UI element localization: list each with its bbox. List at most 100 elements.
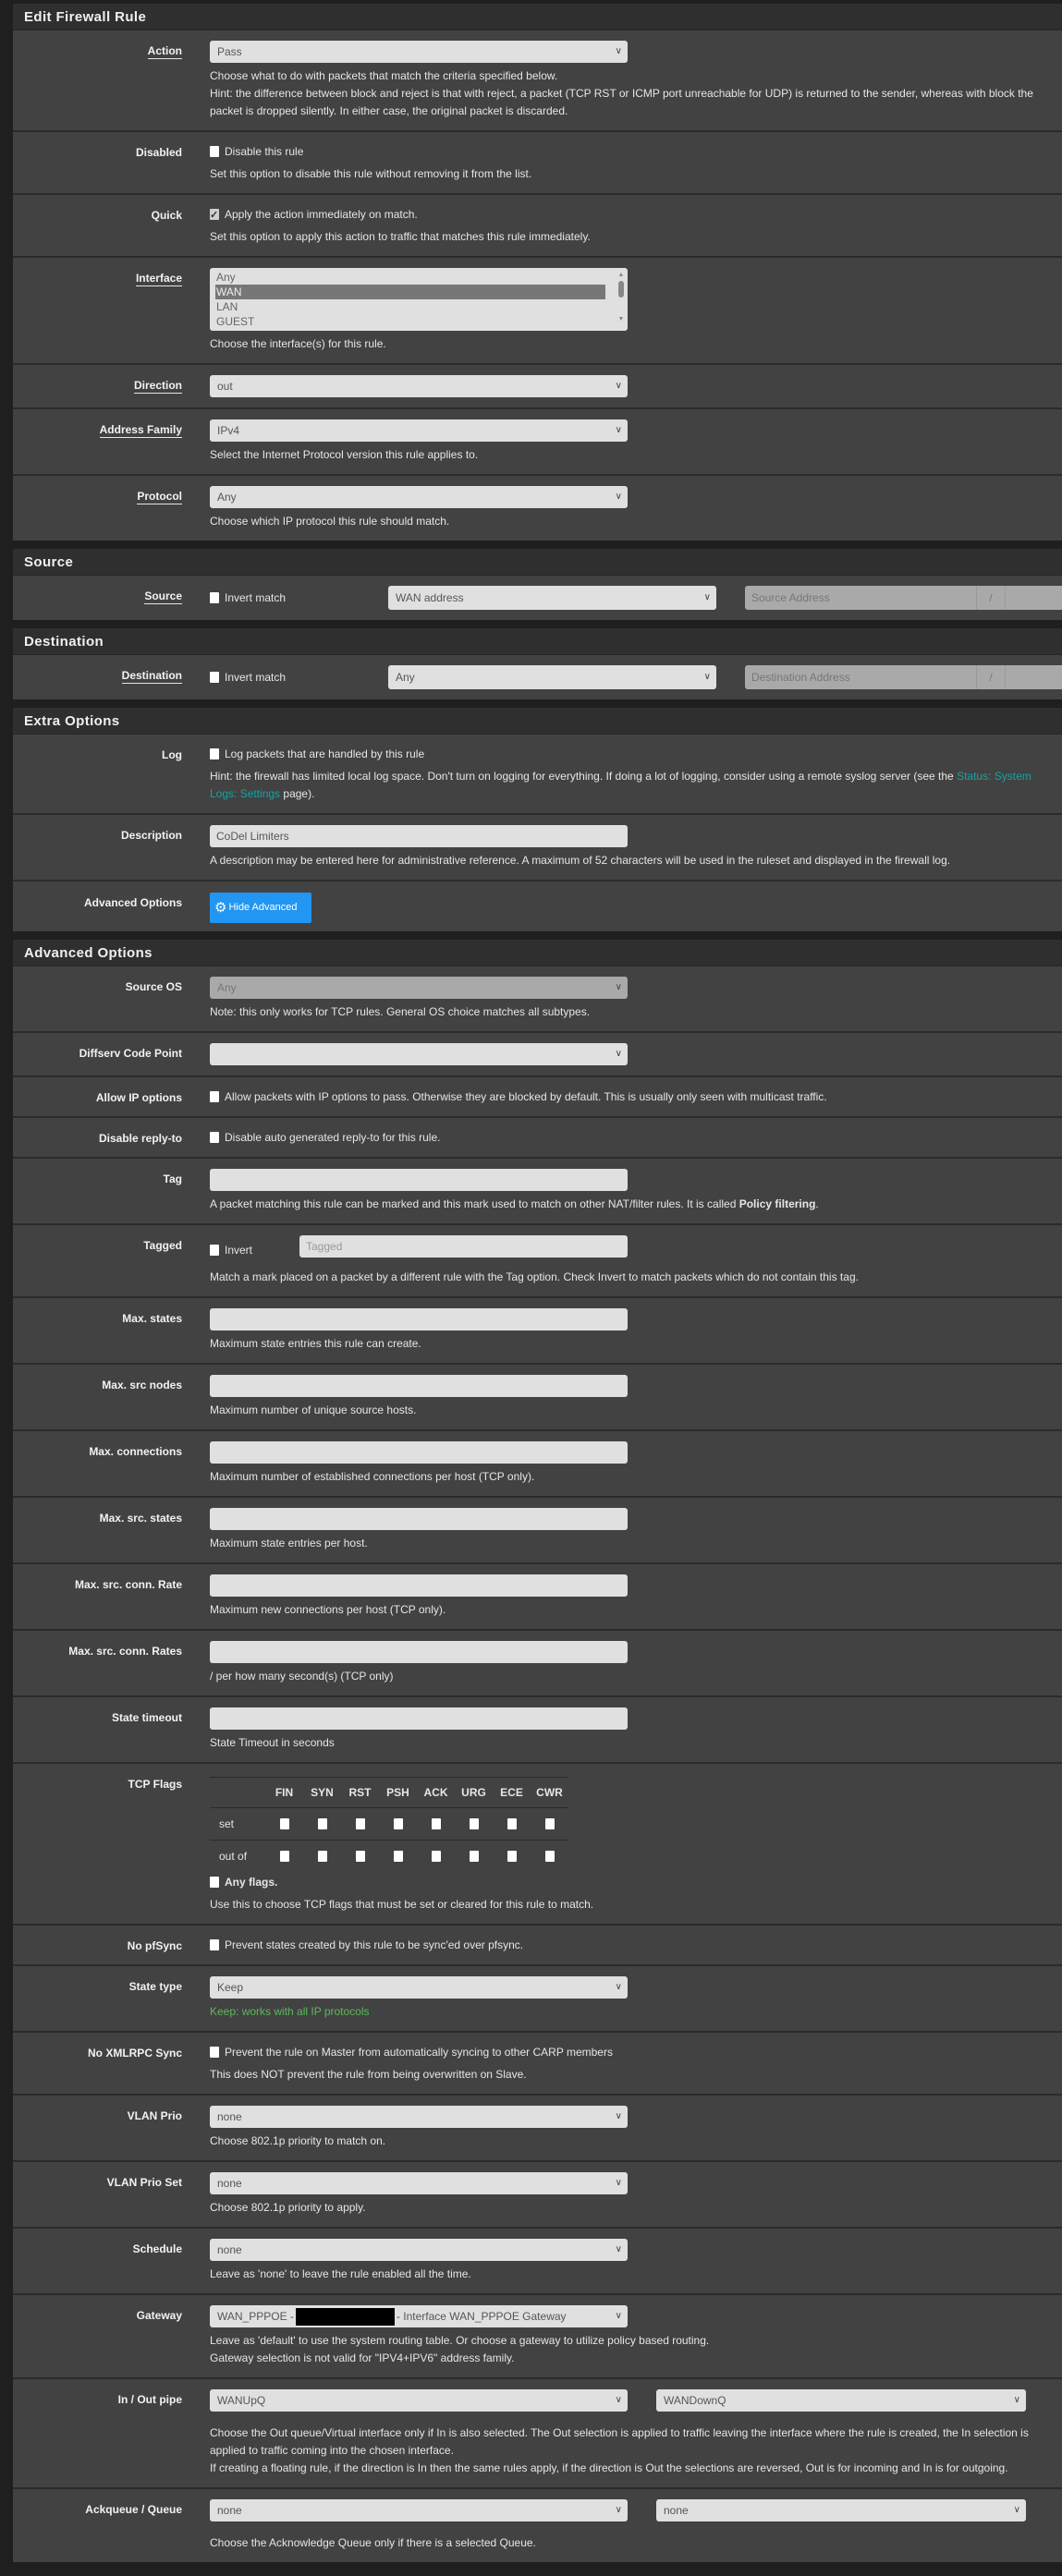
scroll-down-icon[interactable]: ▼ [617,316,625,322]
source-os-select[interactable]: Any ∨ [210,977,628,999]
interface-listbox[interactable]: Any WAN LAN GUEST ▲ ▼ [210,268,628,331]
invert-match[interactable]: Invert match [210,589,388,607]
cidr-select[interactable]: ∨ [1006,665,1062,689]
invert-checkbox[interactable] [210,1245,219,1256]
scrollbar[interactable]: ▲ ▼ [617,272,625,327]
destination-address-input[interactable]: Destination Address [745,665,977,689]
max-src-states-input[interactable] [210,1508,628,1530]
state-type-control: Keep ∨ Keep: works with all IP protocols [210,1975,1062,2021]
ackqueue-queue-select-2[interactable]: none ∨ [656,2498,1026,2521]
invert-checkbox[interactable] [210,592,219,603]
in-out-pipe-control: WANUpQ ∨ WANDownQ ∨ Choose the Out queue/Vir… [210,2388,1062,2477]
disabled-checkbox[interactable] [210,146,219,157]
set-rst-checkbox[interactable] [355,1818,365,1829]
max-connections-input[interactable] [210,1441,628,1464]
diffserv-code-point-select[interactable]: ∨ [210,1043,628,1065]
vlan-prio-select[interactable]: none ∨ [210,2105,628,2128]
invert-match[interactable]: Invert match [210,668,388,687]
in-out-pipe-select-1[interactable]: WANUpQ ∨ [210,2388,628,2412]
source-address-input[interactable]: Source Address [745,586,977,610]
log-checkbox[interactable] [210,748,219,759]
panel-source: Source Source Invert match WAN address ∨ Sour… [13,549,1062,620]
placeholder: Tagged [306,1240,343,1253]
tag-input[interactable] [210,1169,628,1191]
direction-select[interactable]: out ∨ [210,375,628,397]
max-src-conn-rate-input[interactable] [210,1574,628,1597]
listbox-option[interactable]: Any [215,270,605,285]
vlan-prio-set-control: none ∨ Choose 802.1p priority to apply. [210,2171,1062,2217]
hide-advanced-button[interactable]: ⚙ Hide Advanced [210,893,311,923]
quick-checkbox-line[interactable]: Apply the action immediately on match. [210,205,1053,225]
max-src-conn-rates-label: Max. src. conn. Rates [13,1641,182,1685]
state-timeout-input[interactable] [210,1707,628,1730]
label-text: Max. src. conn. Rates [68,1645,182,1658]
out-of-urg-checkbox[interactable] [469,1851,479,1863]
set-psh-checkbox[interactable] [393,1818,403,1829]
schedule-select[interactable]: none ∨ [210,2238,628,2261]
disable-reply-to-checkbox[interactable] [210,1132,219,1143]
disable-reply-to-checkbox-line[interactable]: Disable auto generated reply-to for this… [210,1128,1053,1147]
set-urg-checkbox[interactable] [469,1818,479,1829]
set-ack-checkbox[interactable] [431,1818,441,1829]
allow-ip-options-label: Allow IP options [13,1088,182,1106]
quick-checkbox[interactable] [210,206,219,225]
out-of-psh-checkbox[interactable] [393,1851,403,1863]
help-line: Leave as 'none' to leave the rule enable… [210,2266,471,2280]
log-checkbox-line[interactable]: Log packets that are handled by this rul… [210,745,1053,763]
allow-ip-options-checkbox[interactable] [210,1091,219,1102]
set-ece-checkbox[interactable] [507,1818,517,1829]
row-action: Action Pass ∨ Choose what to do with packet… [13,30,1062,132]
disabled-checkbox-line[interactable]: Disable this rule [210,142,1053,161]
no-pfsync-checkbox[interactable] [210,1938,219,1950]
listbox-option[interactable]: WAN [215,285,605,299]
state-type-select[interactable]: Keep ∨ [210,1975,628,1999]
set-cwr-checkbox[interactable] [544,1818,555,1829]
any-flags[interactable]: Any flags. [210,1873,1053,1891]
checkbox-label: Prevent the rule on Master from automati… [225,2045,613,2059]
any-flags-checkbox[interactable] [210,1876,219,1888]
address-family-select[interactable]: IPv4 ∨ [210,419,628,442]
max-src-states-label: Max. src. states [13,1508,182,1552]
cidr-select[interactable]: ∨ [1006,586,1062,610]
out-of-ack-checkbox[interactable] [431,1851,441,1863]
row-state-timeout: State timeout State Timeout in seconds [13,1697,1062,1764]
listbox-option[interactable]: GUEST [215,314,605,329]
listbox-option[interactable]: LAN [215,299,605,314]
no-pfsync-checkbox-line[interactable]: Prevent states created by this rule to b… [210,1936,1053,1954]
set-fin-checkbox[interactable] [279,1818,289,1829]
out-of-ece-checkbox[interactable] [507,1851,517,1863]
invert-checkbox[interactable] [210,672,219,683]
scrollbar-thumb[interactable] [618,281,624,298]
no-xmlrpc-sync-checkbox[interactable] [210,2046,219,2058]
max-src-nodes-input[interactable] [210,1375,628,1397]
out-of-fin-checkbox[interactable] [279,1851,289,1863]
in-out-pipe-select-2[interactable]: WANDownQ ∨ [656,2388,1026,2412]
tagged-input[interactable]: Tagged [299,1235,628,1258]
protocol-select[interactable]: Any ∨ [210,486,628,508]
out-of-rst-checkbox[interactable] [355,1851,365,1863]
flag-cell [417,1840,455,1873]
description-input[interactable]: CoDel Limiters [210,825,628,847]
help-line: Gateway selection is not valid for "IPV4… [210,2351,515,2364]
scroll-up-icon[interactable]: ▲ [617,272,625,278]
source-type-select[interactable]: WAN address ∨ [388,586,716,610]
ackqueue-queue-select-1[interactable]: none ∨ [210,2498,628,2521]
row-max-src-conn-rates: Max. src. conn. Rates / per how many seco… [13,1631,1062,1697]
tagged-invert[interactable]: Invert [210,1235,299,1259]
vlan-prio-set-select[interactable]: none ∨ [210,2171,628,2194]
out-of-syn-checkbox[interactable] [317,1851,327,1863]
action-select[interactable]: Pass ∨ [210,41,628,63]
out-of-cwr-checkbox[interactable] [544,1851,555,1863]
max-states-input[interactable] [210,1308,628,1331]
no-xmlrpc-sync-checkbox-line[interactable]: Prevent the rule on Master from automati… [210,2043,1053,2061]
flag-cell [455,1807,493,1841]
disable-reply-to-control: Disable auto generated reply-to for this… [210,1128,1062,1147]
gateway-select[interactable]: WAN_PPPOE - - Interface WAN_PPPOE Gateway… [210,2304,628,2327]
allow-ip-options-checkbox-line[interactable]: Allow packets with IP options to pass. O… [210,1088,1053,1106]
max-src-conn-rates-input[interactable] [210,1641,628,1663]
max-states-help: Maximum state entries this rule can crea… [210,1335,1053,1353]
set-syn-checkbox[interactable] [317,1818,327,1829]
row-vlan-prio: VLAN Prio none ∨ Choose 802.1p priority to … [13,2096,1062,2162]
state-timeout-control: State Timeout in seconds [210,1707,1062,1752]
destination-type-select[interactable]: Any ∨ [388,665,716,689]
